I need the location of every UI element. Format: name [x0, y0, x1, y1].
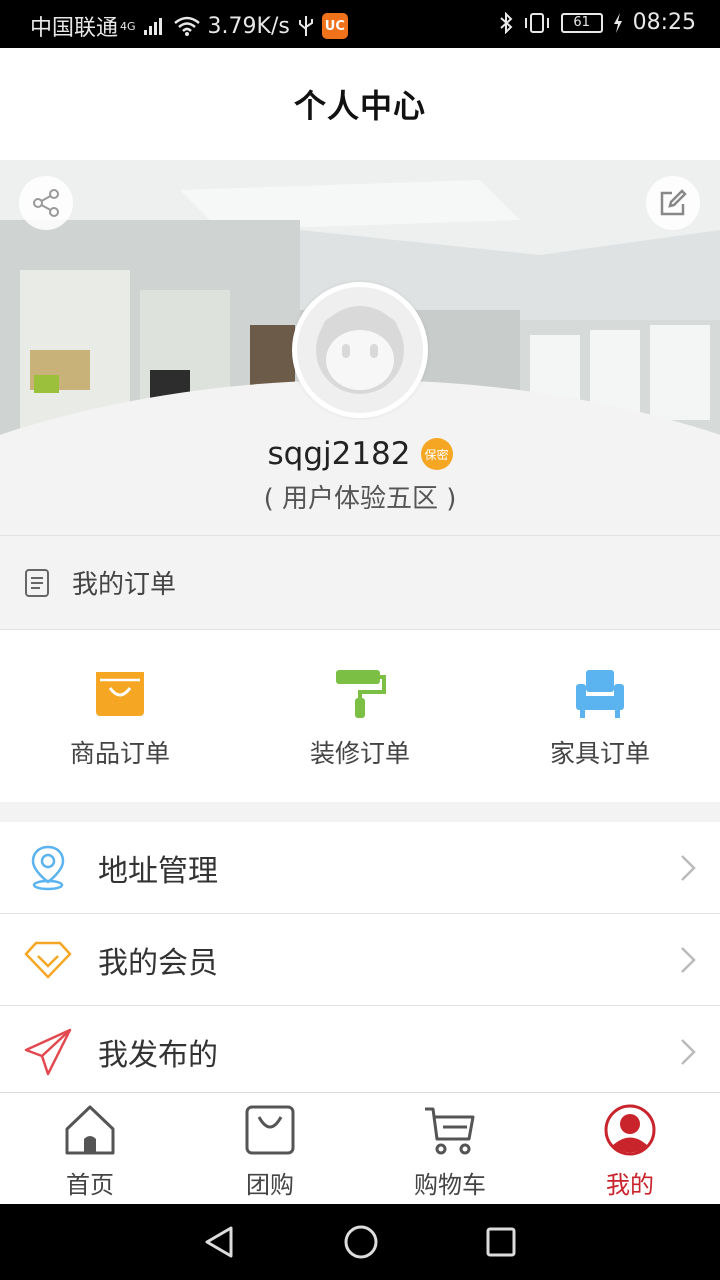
home-circle-icon[interactable] — [343, 1224, 379, 1260]
furniture-orders-label: 家具订单 — [549, 739, 650, 768]
paper-plane-icon — [24, 1028, 72, 1076]
carrier-label: 中国联通 — [30, 16, 119, 41]
chevron-right-icon — [681, 1039, 696, 1065]
my-orders-row[interactable]: 我的订单 — [0, 535, 720, 630]
uc-browser-icon: UC — [321, 13, 348, 39]
menu-list: 地址管理 我的会员 我发布的 — [0, 822, 720, 1098]
edit-icon — [660, 189, 687, 216]
furniture-orders-button[interactable]: 家具订单 — [480, 630, 720, 802]
nav-mine-label: 我的 — [606, 1171, 654, 1199]
order-categories: 商品订单 装修订单 家具订单 — [0, 630, 720, 802]
charging-icon — [613, 12, 622, 33]
chevron-right-icon — [681, 947, 696, 973]
renovation-orders-label: 装修订单 — [309, 739, 410, 768]
clock: 08:25 — [632, 10, 696, 35]
nav-cart[interactable]: 购物车 — [360, 1093, 540, 1204]
nav-home[interactable]: 首页 — [0, 1093, 180, 1204]
avatar[interactable] — [292, 282, 428, 418]
menu-item-label: 我的会员 — [98, 945, 218, 981]
shopping-bag-icon — [245, 1105, 295, 1155]
status-bar: 中国联通 4G 3.79K/s UC 61 08:25 — [0, 0, 720, 48]
vibrate-icon — [524, 12, 549, 33]
wifi-icon — [173, 16, 200, 36]
bluetooth-icon — [499, 11, 513, 34]
nav-home-label: 首页 — [66, 1171, 114, 1199]
menu-item-my-posts[interactable]: 我发布的 — [0, 1006, 720, 1098]
renovation-orders-button[interactable]: 装修订单 — [240, 630, 480, 802]
home-icon — [65, 1105, 115, 1155]
user-icon — [604, 1104, 656, 1156]
page-title: 个人中心 — [293, 87, 426, 125]
profile-header: sqgj2182 保密 ( 用户体验五区 ) — [0, 160, 720, 535]
back-icon[interactable] — [203, 1225, 237, 1259]
location-pin-icon — [24, 844, 72, 892]
user-zone: ( 用户体验五区 ) — [263, 484, 457, 514]
username-row: sqgj2182 保密 — [0, 436, 720, 472]
shopping-bag-icon — [96, 672, 144, 716]
paint-roller-icon — [336, 670, 386, 718]
nav-group-buy[interactable]: 团购 — [180, 1093, 360, 1204]
title-bar: 个人中心 — [0, 48, 720, 160]
menu-item-membership[interactable]: 我的会员 — [0, 914, 720, 1006]
usb-icon — [298, 16, 313, 36]
nav-mine[interactable]: 我的 — [540, 1093, 720, 1204]
nav-group-buy-label: 团购 — [246, 1171, 294, 1199]
menu-item-label: 我发布的 — [98, 1038, 218, 1073]
menu-item-label: 地址管理 — [98, 853, 218, 889]
chevron-right-icon — [681, 855, 696, 881]
section-divider — [0, 802, 720, 822]
goods-orders-label: 商品订单 — [69, 739, 170, 768]
battery-icon: 61 — [560, 12, 603, 33]
share-icon — [33, 189, 59, 217]
gender-secret-badge: 保密 — [420, 438, 453, 470]
system-nav-bar — [0, 1204, 720, 1280]
bottom-nav: 首页 团购 购物车 我的 — [0, 1092, 720, 1204]
share-button[interactable] — [19, 176, 73, 230]
network-speed: 3.79K/s — [207, 13, 290, 39]
edit-profile-button[interactable] — [646, 176, 700, 230]
menu-item-address[interactable]: 地址管理 — [0, 822, 720, 914]
default-avatar-icon — [316, 306, 404, 394]
nav-cart-label: 购物车 — [414, 1171, 486, 1199]
armchair-icon — [576, 670, 624, 718]
cart-icon — [425, 1107, 475, 1155]
recents-icon[interactable] — [485, 1226, 517, 1258]
username: sqgj2182 — [267, 436, 411, 472]
goods-orders-button[interactable]: 商品订单 — [0, 630, 240, 802]
network-type: 4G — [120, 19, 136, 33]
order-list-icon — [25, 568, 49, 597]
my-orders-label: 我的订单 — [72, 570, 177, 600]
diamond-icon — [24, 936, 72, 984]
signal-icon — [143, 18, 162, 35]
